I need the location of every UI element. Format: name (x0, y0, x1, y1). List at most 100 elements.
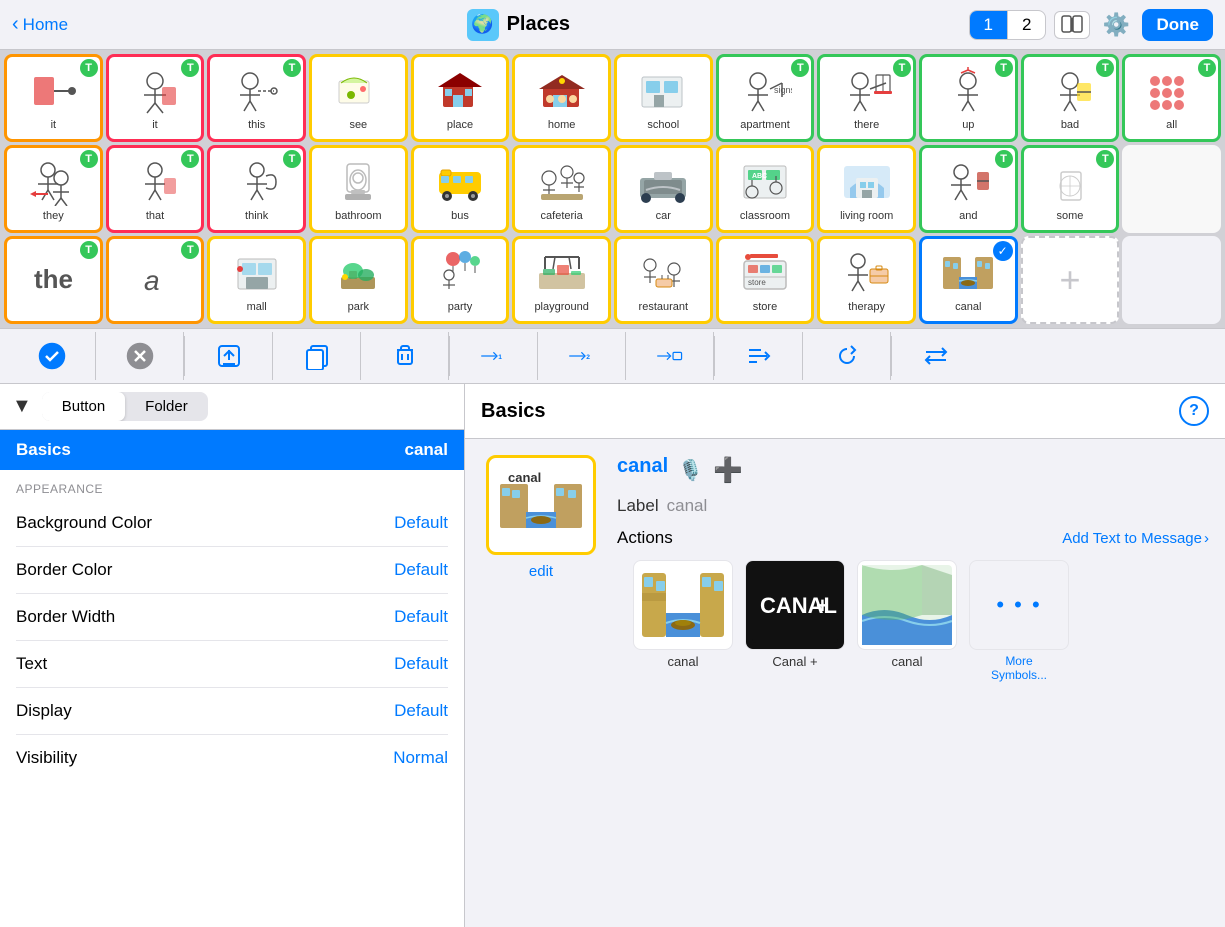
grid-cell-0-8[interactable]: there T (817, 54, 916, 142)
grid-cell-0-6[interactable]: school (614, 54, 713, 142)
text-label: Text (16, 654, 47, 674)
grid-cell-0-2[interactable]: this T (207, 54, 306, 142)
seg-button-folder[interactable]: Folder (125, 392, 208, 421)
grid-cell-1-8[interactable]: living room (817, 145, 916, 233)
symbol-item-1[interactable]: canal (633, 560, 733, 682)
border-color-row[interactable]: Border Color Default (16, 547, 448, 594)
goto-page1-button[interactable]: 1 (450, 332, 538, 380)
settings-button[interactable]: ⚙️ (1098, 7, 1134, 43)
grid-cell-1-7[interactable]: ABC classroom (716, 145, 815, 233)
cell-image-1-3 (330, 156, 386, 208)
cell-image-0-9 (940, 65, 996, 117)
goto-pages-button[interactable] (626, 332, 714, 380)
cancel-button[interactable] (96, 332, 184, 380)
visibility-row[interactable]: Visibility Normal (16, 735, 448, 781)
t-badge-0-8: T (893, 59, 911, 77)
seg-button-btn[interactable]: Button (42, 392, 125, 421)
add-symbol-button[interactable]: ➕ (713, 456, 743, 485)
text-value: Default (394, 654, 448, 674)
seg-control: Button Folder (42, 392, 208, 421)
grid-cell-2-2[interactable]: mall (207, 236, 306, 324)
more-symbols-button[interactable]: • • • MoreSymbols... (969, 560, 1069, 682)
grid-cell-1-3[interactable]: bathroom (309, 145, 408, 233)
copy-button[interactable] (273, 332, 361, 380)
symbol-img-2: CANAL + (745, 560, 845, 650)
done-button[interactable]: Done (1142, 9, 1213, 41)
grid-cell-2-4[interactable]: party (411, 236, 510, 324)
grid-cell-2-6[interactable]: restaurant (614, 236, 713, 324)
display-row[interactable]: Display Default (16, 688, 448, 735)
grid-cell-0-7[interactable]: signs apartment T (716, 54, 815, 142)
cell-label-0-1: it (152, 119, 158, 131)
t-badge-2-0: T (80, 241, 98, 259)
swap-button[interactable] (892, 332, 980, 380)
breadcrumb-row: Basics canal (0, 430, 464, 470)
grid-cell-add[interactable]: + (1021, 236, 1120, 324)
more-dots-icon: • • • (996, 592, 1041, 618)
svg-text:signs: signs (774, 85, 792, 95)
grid-cell-1-1[interactable]: that T (106, 145, 205, 233)
grid-cell-1-10[interactable]: some T (1021, 145, 1120, 233)
grid-cell-canal[interactable]: canal ✓ (919, 236, 1018, 324)
symbol-grid-row: canal CANAL + Canal + (617, 560, 1209, 698)
grid-cell-1-9[interactable]: and T (919, 145, 1018, 233)
cell-label-1-0: they (43, 210, 64, 222)
grid-cell-2-3[interactable]: park (309, 236, 408, 324)
pages-icon[interactable] (1054, 11, 1090, 39)
symbol-item-3[interactable]: canal (857, 560, 957, 682)
help-button[interactable]: ? (1179, 396, 1209, 426)
left-panel-header: ▼ Button Folder (0, 384, 464, 430)
cell-image-0-4 (432, 65, 488, 117)
page-2-button[interactable]: 2 (1008, 11, 1045, 39)
svg-text:1: 1 (498, 354, 502, 361)
cell-label-1-2: think (245, 210, 268, 222)
back-button[interactable]: ‹ Home (12, 13, 68, 36)
add-text-action[interactable]: Add Text to Message › (1062, 530, 1209, 547)
text-row[interactable]: Text Default (16, 641, 448, 688)
grid-cell-2-1[interactable]: a T (106, 236, 205, 324)
grid-cell-1-0[interactable]: they T (4, 145, 103, 233)
delete-button[interactable] (361, 332, 449, 380)
confirm-button[interactable] (8, 332, 96, 380)
grid-cell-1-2[interactable]: think T (207, 145, 306, 233)
grid-cell-0-11[interactable]: all T (1122, 54, 1221, 142)
border-width-value: Default (394, 607, 448, 627)
symbol-item-2[interactable]: CANAL + Canal + (745, 560, 845, 682)
mic-icon[interactable]: 🎙️ (678, 458, 703, 483)
grid-cell-0-4[interactable]: place (411, 54, 510, 142)
cell-label-2-4: party (448, 301, 472, 313)
page-1-button[interactable]: 1 (970, 11, 1007, 39)
check-badge-canal: ✓ (993, 241, 1013, 261)
collapse-chevron[interactable]: ▼ (12, 395, 32, 418)
goto-page2-button[interactable]: 2 (538, 332, 626, 380)
cell-label-0-8: there (854, 119, 879, 131)
border-width-row[interactable]: Border Width Default (16, 594, 448, 641)
border-width-label: Border Width (16, 607, 115, 627)
cell-image-1-7: ABC (737, 156, 793, 208)
grid-cell-2-5[interactable]: playground (512, 236, 611, 324)
grid-cell-1-6[interactable]: car (614, 145, 713, 233)
cell-image-2-4 (432, 247, 488, 299)
grid-cell-1-5[interactable]: cafeteria (512, 145, 611, 233)
grid-cell-2-7[interactable]: store store (716, 236, 815, 324)
grid-cell-0-9[interactable]: up T (919, 54, 1018, 142)
grid-cell-0-1[interactable]: it T (106, 54, 205, 142)
edit-button[interactable]: edit (529, 563, 553, 580)
cell-label-2-8: therapy (848, 301, 885, 313)
grid-cell-0-5[interactable]: home (512, 54, 611, 142)
sort-button[interactable] (715, 332, 803, 380)
import-button[interactable] (185, 332, 273, 380)
cell-image-0-5 (534, 65, 590, 117)
t-badge-1-2: T (283, 150, 301, 168)
cell-image-2-8 (839, 247, 895, 299)
bg-color-row[interactable]: Background Color Default (16, 500, 448, 547)
grid-cell-2-8[interactable]: therapy (817, 236, 916, 324)
cell-label-2-5: playground (534, 301, 588, 313)
actions-header: Actions Add Text to Message › (617, 528, 1209, 548)
grid-cell-1-4[interactable]: bus (411, 145, 510, 233)
grid-cell-0-10[interactable]: bad T (1021, 54, 1120, 142)
grid-cell-0-3[interactable]: see (309, 54, 408, 142)
refresh-button[interactable] (803, 332, 891, 380)
grid-cell-0-0[interactable]: it T (4, 54, 103, 142)
grid-cell-2-0[interactable]: the T (4, 236, 103, 324)
